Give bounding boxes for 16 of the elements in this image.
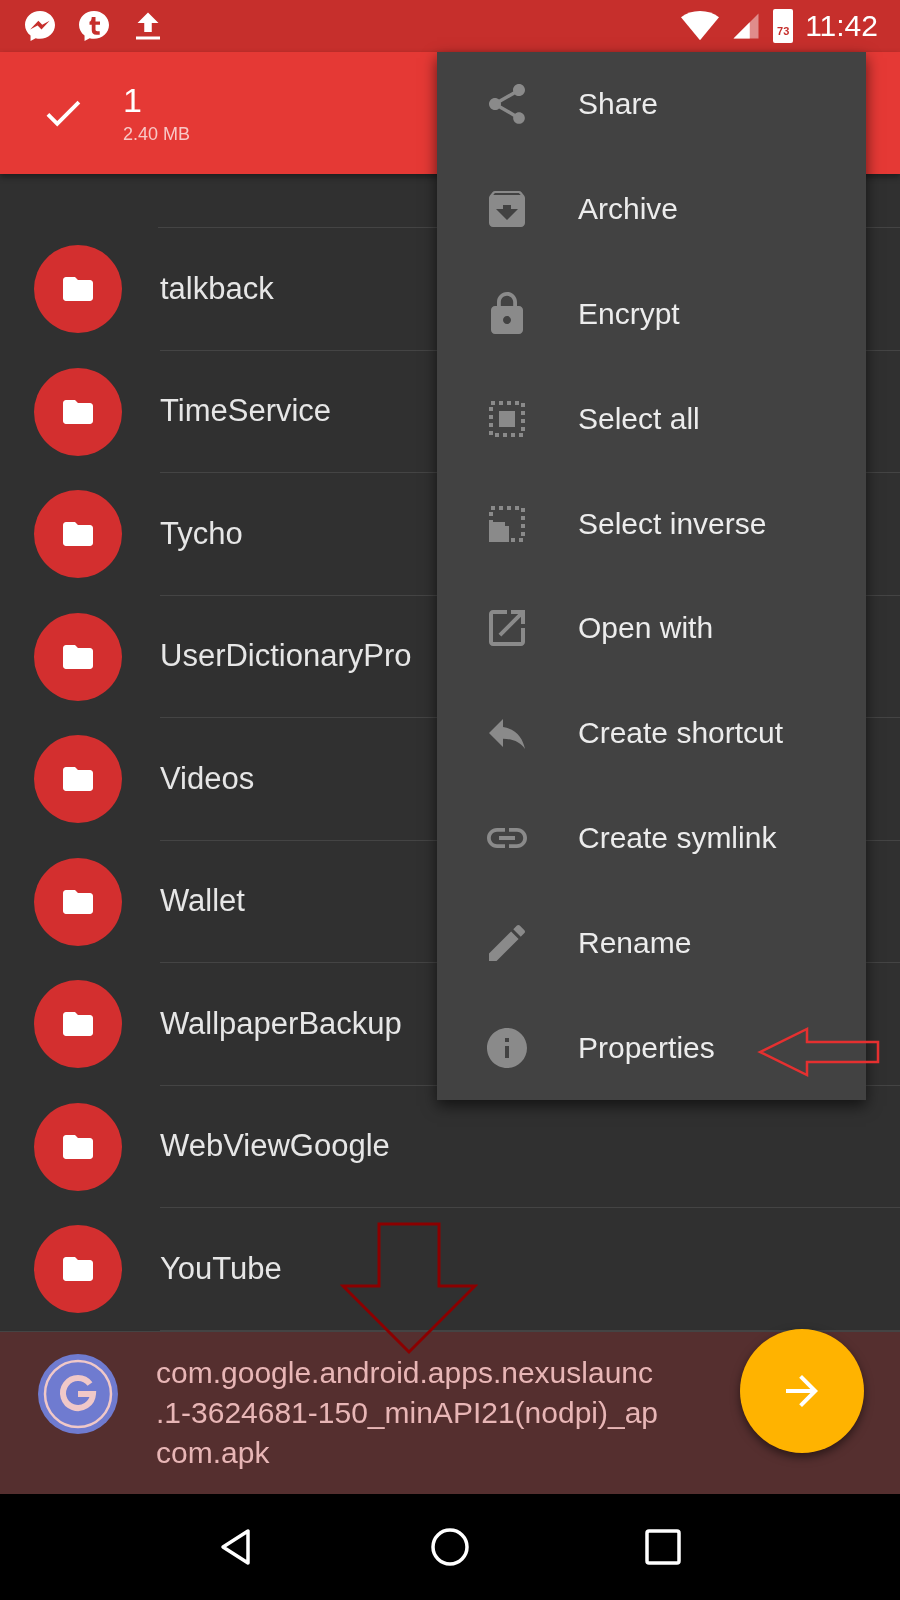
file-name: WebViewGoogle	[160, 1128, 390, 1165]
file-path: com.apk	[156, 1435, 271, 1471]
selection-count: 1	[123, 81, 143, 118]
clock: 11:42	[805, 9, 878, 43]
file-name: UserDictionaryPro	[160, 638, 412, 675]
file-path: com.google.android.apps.nexuslaunc	[156, 1355, 654, 1391]
file-name: talkback	[160, 270, 274, 307]
file-name: YouTube	[160, 1250, 282, 1287]
file-path: .1-3624681-150_minAPI21(nodpi)_ap	[156, 1395, 659, 1431]
file-name: WallpaperBackup	[160, 1005, 402, 1042]
battery-level: 73	[777, 26, 790, 37]
file-name: Wallet	[160, 883, 245, 920]
selection-size: 2.40 MB	[123, 123, 191, 145]
file-name: TimeService	[160, 393, 332, 430]
file-name: Tycho	[160, 515, 243, 552]
file-name: Videos	[160, 760, 255, 797]
